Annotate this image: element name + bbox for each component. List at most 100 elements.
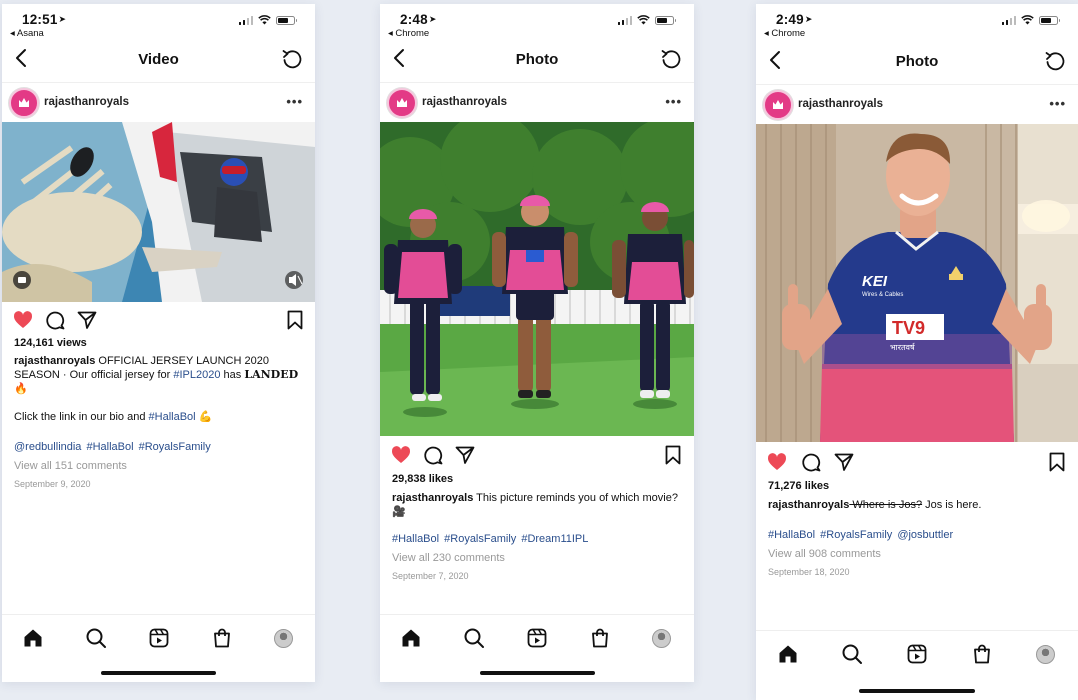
caption-username[interactable]: rajasthanroyals [14,355,95,367]
reels-icon[interactable] [526,627,548,649]
profile-avatar-icon[interactable] [1036,645,1055,664]
bottom-tab-bar [380,614,694,660]
shop-icon[interactable] [971,643,993,665]
caption-username[interactable]: rajasthanroyals [768,499,849,511]
share-icon[interactable] [76,309,98,331]
back-to-app-link[interactable]: ◂ Asana [10,28,44,39]
signal-icon [238,15,253,25]
jersey-tv-logo-text: TV9 [892,318,925,338]
phone-screen-photo-post-team: 2:48➤ ◂ Chrome Photo rajasthanroyals ••• [380,4,694,682]
bottom-tab-bar [756,630,1078,676]
heart-icon[interactable] [12,309,34,331]
view-comments-link[interactable]: View all 151 comments [14,460,127,472]
reels-icon[interactable] [906,643,928,665]
heart-icon[interactable] [390,444,412,466]
post-username[interactable]: rajasthanroyals [422,96,507,108]
reels-icon[interactable] [148,627,170,649]
post-video[interactable] [2,122,315,302]
post-header: rajasthanroyals ••• [2,82,315,122]
avatar[interactable] [387,88,417,118]
view-count: 124,161 views [14,337,87,349]
bookmark-icon[interactable] [1046,451,1068,473]
status-indicators [617,15,676,25]
hashtag-link[interactable]: #IPL2020 [173,369,220,381]
view-comments-link[interactable]: View all 230 comments [392,552,505,564]
status-bar: 12:51➤ ◂ Asana [2,4,315,42]
back-to-app-link[interactable]: ◂ Chrome [388,28,429,39]
post-tags[interactable]: @redbullindia #HallaBol #RoyalsFamily [14,441,305,453]
search-icon[interactable] [85,627,107,649]
post-username[interactable]: rajasthanroyals [44,96,129,108]
post-caption: rajasthanroyals This picture reminds you… [392,492,678,518]
post-caption: rajasthanroyals OFFICIAL JERSEY LAUNCH 2… [14,355,299,423]
home-icon[interactable] [400,627,422,649]
post-username[interactable]: rajasthanroyals [798,98,883,110]
status-bar: 2:48➤ ◂ Chrome [380,4,694,42]
share-icon[interactable] [454,444,476,466]
status-bar: 2:49➤ ◂ Chrome [756,4,1078,42]
refresh-icon[interactable] [281,48,303,70]
caption-username[interactable]: rajasthanroyals [392,492,473,504]
jersey-sponsor-subtext: Wires & Cables [862,292,903,298]
more-icon[interactable]: ••• [286,94,303,109]
like-count[interactable]: 71,276 likes [768,480,829,492]
more-icon[interactable]: ••• [665,94,682,109]
shop-icon[interactable] [211,627,233,649]
search-icon[interactable] [463,627,485,649]
share-icon[interactable] [833,451,855,473]
heart-icon[interactable] [766,451,788,473]
home-indicator [480,671,595,675]
page-title: Video [138,51,179,68]
post-tags[interactable]: #HallaBol #RoyalsFamily #Dream11IPL [392,533,684,545]
bookmark-icon[interactable] [284,309,306,331]
wifi-icon [1021,15,1034,25]
refresh-icon[interactable] [660,48,682,70]
post-header: rajasthanroyals ••• [756,84,1078,124]
post-action-row [2,309,315,335]
refresh-icon[interactable] [1044,50,1066,72]
like-count[interactable]: 29,838 likes [392,473,453,485]
phone-screen-video-post: 12:51➤ ◂ Asana Video rajasthanroyals ••• [2,4,315,682]
page-title: Photo [515,51,559,68]
search-icon[interactable] [841,643,863,665]
hashtag-link[interactable]: #HallaBol [149,411,196,423]
home-indicator [101,671,216,675]
status-time: 2:49➤ [776,12,813,27]
players-walking-scene [380,122,694,436]
bookmark-icon[interactable] [662,444,684,466]
royals-logo-icon [19,98,29,107]
status-indicators [1001,15,1060,25]
post-photo[interactable] [380,122,694,436]
post-date: September 9, 2020 [14,479,91,489]
signal-icon [617,15,632,25]
comment-icon[interactable] [422,444,444,466]
royals-logo-icon [773,100,783,109]
comment-icon[interactable] [800,451,822,473]
nav-header: Photo [756,46,1078,76]
page-title: Photo [895,53,939,70]
post-date: September 18, 2020 [768,567,850,577]
battery-icon [1039,15,1060,25]
post-tags[interactable]: #HallaBol #RoyalsFamily @josbuttler [768,529,1068,541]
post-date: September 7, 2020 [392,571,469,581]
avatar[interactable] [9,88,39,118]
nav-header: Video [2,44,315,74]
home-icon[interactable] [777,643,799,665]
view-comments-link[interactable]: View all 908 comments [768,548,881,560]
skydiving-cockpit-scene [2,122,315,302]
home-icon[interactable] [22,627,44,649]
post-action-row [756,451,1078,477]
more-icon[interactable]: ••• [1049,96,1066,111]
shop-icon[interactable] [589,627,611,649]
avatar[interactable] [763,90,793,120]
back-to-app-link[interactable]: ◂ Chrome [764,28,805,39]
profile-avatar-icon[interactable] [652,629,671,648]
jersey-tv-logo-subtext: भारतवर्ष [890,342,916,352]
status-time: 12:51➤ [22,12,67,27]
post-photo[interactable]: KEI Wires & Cables TV9 भारतवर्ष [756,124,1078,442]
profile-avatar-icon[interactable] [274,629,293,648]
comment-icon[interactable] [44,309,66,331]
player-in-jersey-scene: KEI Wires & Cables TV9 भारतवर्ष [756,124,1078,442]
wifi-icon [637,15,650,25]
phone-screen-photo-post-jos: 2:49➤ ◂ Chrome Photo rajasthanroyals ••• [756,4,1078,700]
